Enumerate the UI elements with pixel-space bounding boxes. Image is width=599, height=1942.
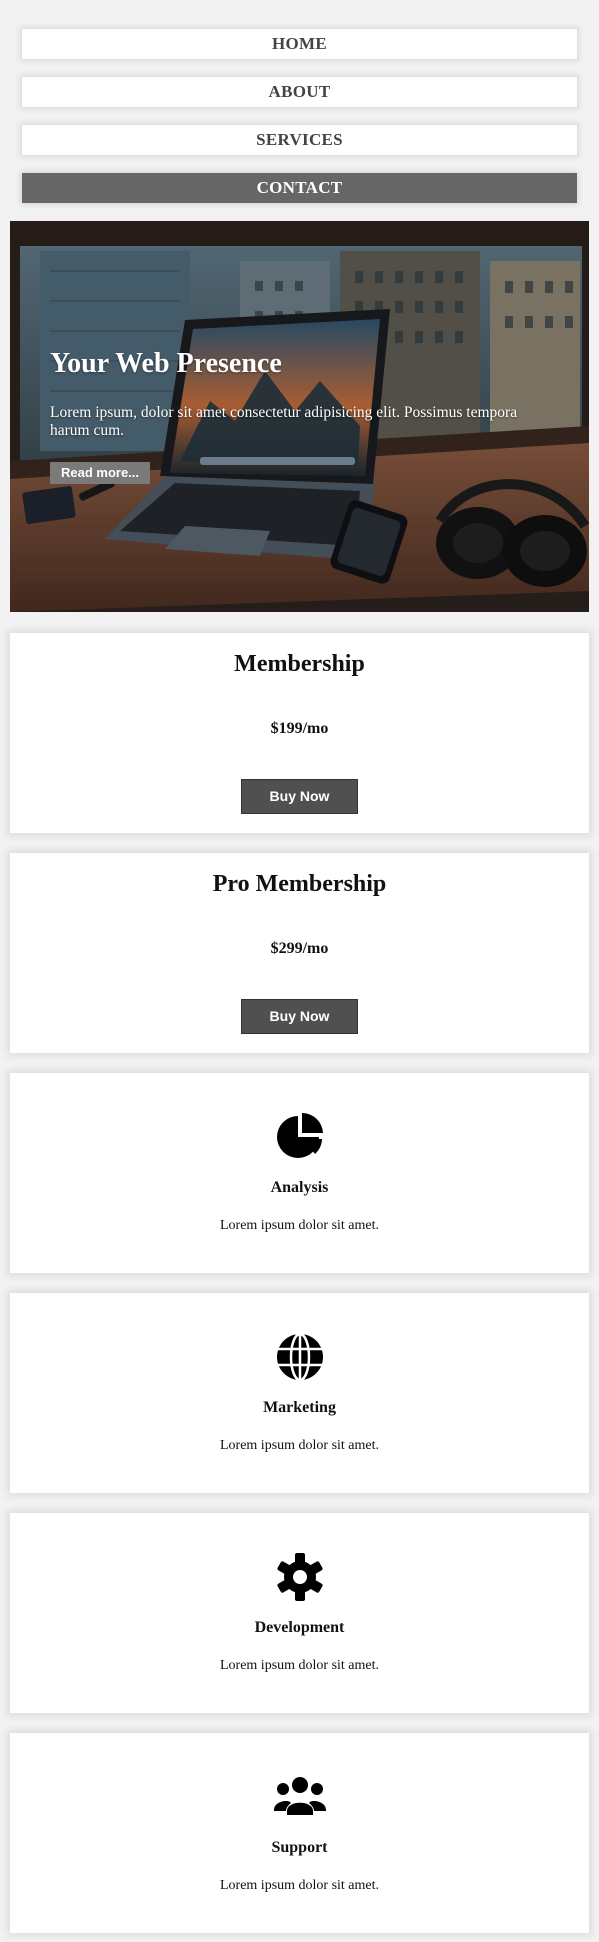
feature-text: Lorem ipsum dolor sit amet. [219,1438,380,1453]
feature-card-analysis: Analysis Lorem ipsum dolor sit amet. [10,1073,589,1273]
feature-text: Lorem ipsum dolor sit amet. [219,1658,380,1673]
feature-card-support: Support Lorem ipsum dolor sit amet. [10,1733,589,1933]
feature-text: Lorem ipsum dolor sit amet. [219,1878,380,1893]
plan-card-membership: Membership $199/mo Buy Now [10,633,589,833]
feature-title: Marketing [263,1399,336,1416]
users-icon [274,1777,326,1815]
globe-icon [277,1332,323,1382]
nav-contact-link[interactable]: CONTACT [22,173,577,203]
feature-card-development: Development Lorem ipsum dolor sit amet. [10,1513,589,1713]
plan-price: $199/mo [270,720,329,737]
plan-price: $299/mo [270,940,329,957]
nav-home-link[interactable]: HOME [22,29,577,59]
hero-text: Lorem ipsum, dolor sit amet consectetur … [50,404,518,439]
hero-title: Your Web Presence [50,348,282,379]
feature-title: Analysis [270,1179,329,1196]
feature-title: Support [271,1839,328,1856]
feature-title: Development [254,1619,345,1636]
plan-title: Pro Membership [212,871,387,897]
pie-chart-icon [277,1113,323,1158]
nav-services-link[interactable]: SERVICES [22,125,577,155]
buy-now-button[interactable]: Buy Now [241,779,358,814]
feature-text: Lorem ipsum dolor sit amet. [219,1218,380,1233]
read-more-button[interactable]: Read more... [50,462,150,484]
hero-banner: Your Web Presence Lorem ipsum, dolor sit… [10,221,589,612]
buy-now-button[interactable]: Buy Now [241,999,358,1034]
plan-title: Membership [234,651,365,677]
gear-icon [277,1553,323,1601]
nav-about-link[interactable]: ABOUT [22,77,577,107]
feature-card-marketing: Marketing Lorem ipsum dolor sit amet. [10,1293,589,1493]
plan-card-pro-membership: Pro Membership $299/mo Buy Now [10,853,589,1053]
